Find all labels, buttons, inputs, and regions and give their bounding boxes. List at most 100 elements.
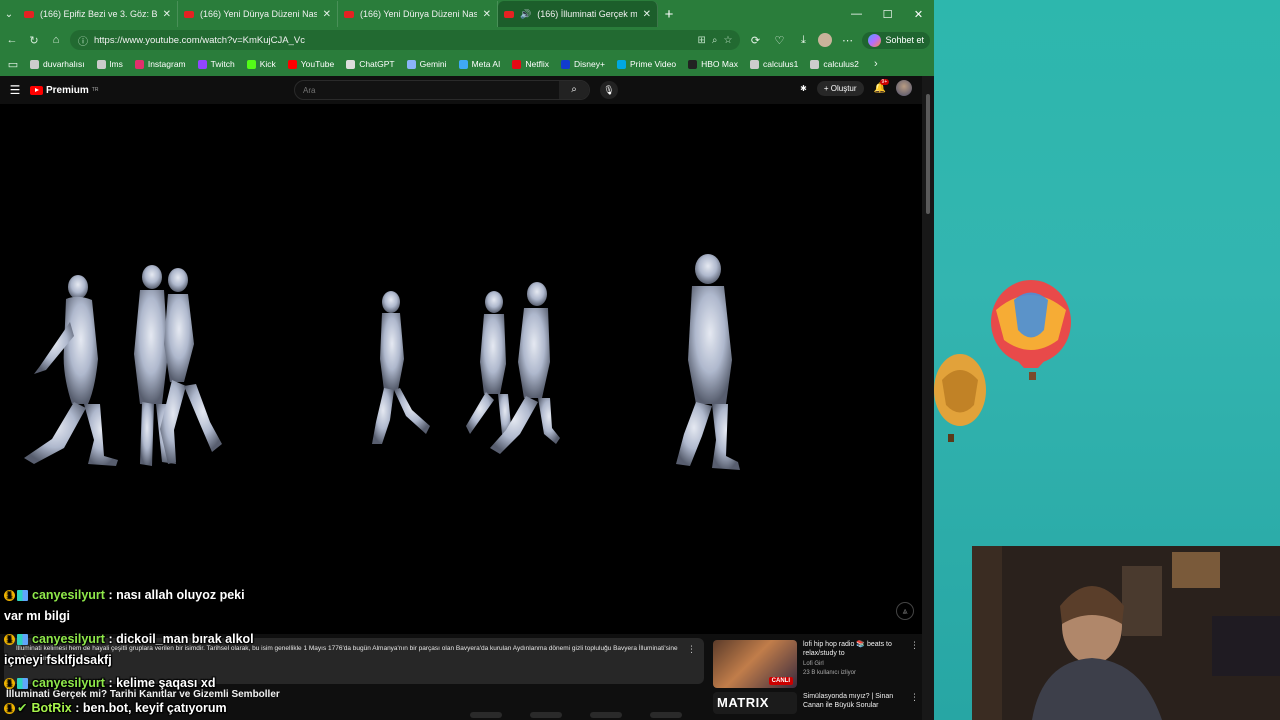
scrollbar-thumb[interactable] <box>926 94 930 214</box>
page-scrollbar[interactable] <box>922 76 934 720</box>
bookmark-label: ChatGPT <box>359 59 395 69</box>
chat-text: : nası allah oluyoz peki <box>108 588 245 602</box>
tab-title: (166) Yeni Dünya Düzeni Nasıl Kur <box>360 9 477 19</box>
recommended-title[interactable]: Simülasyonda mıyız? | Sinan Canan ile Bü… <box>803 692 904 710</box>
address-bar: ← ↻ ⌂ ⓘ https://www.youtube.com/watch?v=… <box>0 28 934 52</box>
search-icon[interactable]: ⌕ <box>559 81 589 99</box>
url-text[interactable]: https://www.youtube.com/watch?v=KmKujCJA… <box>94 35 692 46</box>
bookmark-item[interactable]: Kick <box>241 59 282 69</box>
bookmark-item[interactable]: Disney+ <box>555 59 611 69</box>
chat-username: canyesilyurt <box>32 588 105 602</box>
bookmark-item[interactable]: HBO Max <box>682 59 744 69</box>
bookmark-item[interactable]: calculus2 <box>804 59 864 69</box>
close-window-icon[interactable]: ✕ <box>903 8 934 21</box>
app-available-icon[interactable]: ⊞ <box>698 35 706 46</box>
chat-badge-icon <box>17 678 28 690</box>
bookmark-label: lms <box>109 59 123 69</box>
video-player[interactable]: ⩓ <box>0 104 922 634</box>
bookmarks-overflow-icon[interactable]: › <box>867 58 885 70</box>
bookmark-item[interactable]: Meta AI <box>453 59 507 69</box>
bookmark-favicon-icon <box>512 59 522 69</box>
site-info-icon[interactable]: ⓘ <box>78 33 88 48</box>
account-avatar[interactable] <box>896 80 912 96</box>
extensions-icon[interactable]: ⟳ <box>746 34 764 47</box>
viewer-count: 23 B kullanıcı izliyor <box>803 670 857 676</box>
video-options-icon[interactable]: ⋮ <box>910 640 919 688</box>
youtube-favicon-icon <box>184 10 194 18</box>
bookmark-label: Netflix <box>525 59 550 69</box>
tab-1[interactable]: (166) Epifiz Bezi ve 3. Göz: Beynin ✕ <box>18 1 178 27</box>
maximize-icon[interactable]: ☐ <box>872 8 903 21</box>
tab-2[interactable]: (166) Yeni Dünya Düzeni Nasıl Kur ✕ <box>178 1 338 27</box>
video-thumbnail[interactable]: MATRIX <box>713 692 797 714</box>
share-button[interactable] <box>530 712 562 718</box>
close-tab-icon[interactable]: ✕ <box>163 9 171 20</box>
bookmark-item[interactable]: Prime Video <box>611 59 682 69</box>
chat-text: : dickoil_man bırak alkol <box>108 632 254 646</box>
bookmark-item[interactable]: Twitch <box>192 59 241 69</box>
bookmark-item[interactable]: YouTube <box>282 59 340 69</box>
bookmark-item[interactable]: duvarhalısı <box>24 59 91 69</box>
bookmark-favicon-icon <box>287 59 297 69</box>
chat-message: 1 canyesilyurt : nası allah oluyoz peki <box>4 588 245 602</box>
bookmark-item[interactable]: Gemini <box>401 59 453 69</box>
download-icon[interactable]: ⤓ <box>794 34 812 47</box>
figure-large-man <box>676 254 740 470</box>
bookmark-item[interactable]: ChatGPT <box>340 59 400 69</box>
url-field[interactable]: ⓘ https://www.youtube.com/watch?v=KmKujC… <box>70 30 741 50</box>
figure-walking-man-1 <box>24 275 118 466</box>
tab-title: (166) Epifiz Bezi ve 3. Göz: Beynin <box>40 9 157 19</box>
tab-list-chevron-icon[interactable]: ⌄ <box>0 9 18 20</box>
more-menu-icon[interactable]: ⋯ <box>838 34 856 47</box>
sidebar-toggle-icon[interactable]: ▭ <box>4 58 22 71</box>
favorite-star-icon[interactable]: ☆ <box>724 35 733 46</box>
video-thumbnail[interactable]: CANLI <box>713 640 797 688</box>
video-options-icon[interactable]: ⋮ <box>910 692 919 714</box>
bookmark-item[interactable]: lms <box>91 59 129 69</box>
browser-essentials-icon[interactable]: ♡ <box>770 34 788 47</box>
close-tab-icon[interactable]: ✕ <box>483 9 491 20</box>
video-meta: lofi hip hop radio 📚 beats to relax/stud… <box>803 640 904 688</box>
recommended-video-2[interactable]: MATRIX Simülasyonda mıyız? | Sinan Canan… <box>713 692 919 714</box>
bookmark-item[interactable]: Netflix <box>506 59 555 69</box>
bookmark-favicon-icon <box>616 59 626 69</box>
close-tab-icon[interactable]: ✕ <box>643 9 651 20</box>
youtube-favicon-icon <box>24 10 34 18</box>
window-controls: — ☐ ✕ <box>841 8 934 21</box>
tab-3[interactable]: (166) Yeni Dünya Düzeni Nasıl Kur ✕ <box>338 1 498 27</box>
bookmark-item[interactable]: Instagram <box>129 59 192 69</box>
more-actions-button[interactable] <box>650 712 682 718</box>
mic-icon[interactable]: 🎙 <box>600 81 618 99</box>
balloon-small <box>934 354 986 442</box>
channel-name[interactable]: Lofi Girl <box>803 660 904 669</box>
search-input[interactable] <box>295 85 559 95</box>
menu-hamburger-icon[interactable]: ☰ <box>0 83 30 97</box>
recommended-title[interactable]: lofi hip hop radio 📚 beats to relax/stud… <box>803 640 904 658</box>
copilot-icon <box>868 33 882 47</box>
profile-avatar[interactable] <box>818 33 833 47</box>
refresh-icon[interactable]: ↻ <box>26 34 42 47</box>
bookmark-item[interactable]: calculus1 <box>744 59 804 69</box>
home-icon[interactable]: ⌂ <box>48 34 64 46</box>
bookmark-label: Gemini <box>419 59 447 69</box>
save-button[interactable] <box>590 712 622 718</box>
copilot-chat-button[interactable]: Sohbet et <box>862 31 930 49</box>
channel-watermark-icon[interactable]: ⩓ <box>896 602 914 620</box>
back-icon[interactable]: ← <box>4 34 20 46</box>
speaker-icon[interactable]: 🔊 <box>520 9 531 20</box>
youtube-premium-logo[interactable]: Premium TR <box>30 85 98 96</box>
extension-puzzle-icon[interactable]: ✱ <box>800 84 807 93</box>
description-more-icon[interactable]: ⋮ <box>687 644 696 654</box>
create-button[interactable]: + Oluştur <box>816 80 864 96</box>
new-tab-button[interactable]: + <box>658 6 680 23</box>
youtube-play-icon <box>30 85 43 95</box>
bookmark-favicon-icon <box>406 59 416 69</box>
recommended-video-1[interactable]: CANLI lofi hip hop radio 📚 beats to rela… <box>713 640 919 688</box>
minimize-icon[interactable]: — <box>841 8 872 21</box>
subscriber-badge-icon: 1 <box>4 678 15 690</box>
close-tab-icon[interactable]: ✕ <box>323 9 331 20</box>
notifications-bell-icon[interactable]: 🔔 9+ <box>874 78 890 94</box>
like-button[interactable] <box>470 712 502 718</box>
zoom-icon[interactable]: ⌕ <box>712 35 718 46</box>
tab-4-active[interactable]: 🔊 (166) İlluminati Gerçek mi? Ta ✕ <box>498 1 658 27</box>
